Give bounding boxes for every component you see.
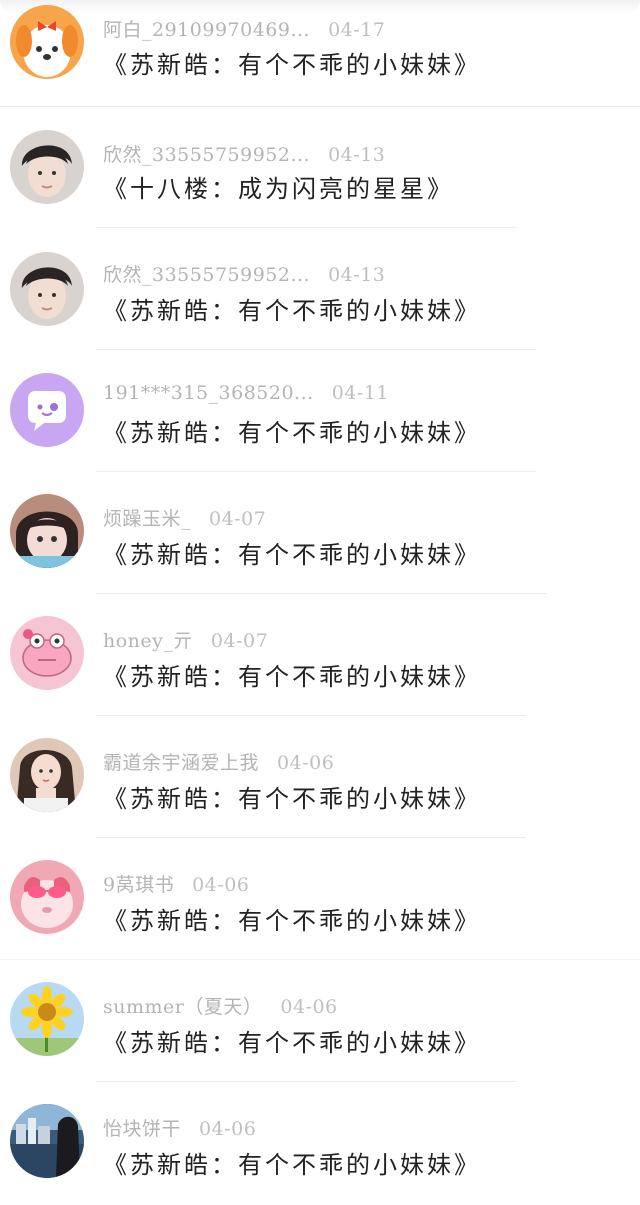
pink-frog-avatar-icon[interactable] (10, 616, 84, 690)
book-title[interactable]: 《苏新皓：有个不乖的小妹妹》 (103, 413, 481, 448)
username: 阿白_29109970469... (103, 19, 311, 41)
divider (96, 593, 546, 594)
item-meta: 欣然_33555759952... 04-13 (103, 140, 385, 167)
list-item[interactable]: 191***315_368520... 04-11 《苏新皓：有个不乖的小妹妹》 (0, 351, 640, 473)
username: 9莴琪书 (103, 874, 175, 896)
city-night-avatar-icon[interactable] (10, 1104, 84, 1178)
item-meta: 霸道余宇涵爱上我 04-06 (103, 748, 334, 775)
list-item[interactable]: 怡块饼干 04-06 《苏新皓：有个不乖的小妹妹》 (0, 1083, 640, 1205)
book-title[interactable]: 《苏新皓：有个不乖的小妹妹》 (103, 535, 481, 570)
list-item[interactable]: honey_亓 04-07 《苏新皓：有个不乖的小妹妹》 (0, 595, 640, 717)
cartoon-dog-avatar-icon[interactable] (10, 5, 84, 79)
divider (96, 227, 516, 228)
divider (96, 837, 526, 838)
pink-toy-sunglasses-avatar-icon[interactable] (10, 860, 84, 934)
book-title[interactable]: 《苏新皓：有个不乖的小妹妹》 (103, 901, 481, 936)
item-meta: 9莴琪书 04-06 (103, 870, 249, 897)
date-label: 04-13 (328, 264, 386, 286)
item-meta: 烦躁玉米_ 04-07 (103, 504, 266, 531)
date-label: 04-06 (192, 874, 250, 896)
young-man-avatar-icon[interactable] (10, 252, 84, 326)
young-man-avatar-icon[interactable] (10, 130, 84, 204)
divider (96, 471, 536, 472)
book-title[interactable]: 《苏新皓：有个不乖的小妹妹》 (103, 1023, 481, 1058)
username: 怡块饼干 (103, 1118, 182, 1140)
username: 欣然_33555759952... (103, 144, 311, 166)
date-label: 04-06 (199, 1118, 257, 1140)
list-item[interactable]: 阿白_29109970469... 04-17 《苏新皓：有个不乖的小妹妹》 (0, 0, 640, 109)
item-meta: 191***315_368520... 04-11 (103, 382, 389, 404)
book-title[interactable]: 《苏新皓：有个不乖的小妹妹》 (103, 291, 481, 326)
divider (96, 715, 526, 716)
username: 欣然_33555759952... (103, 264, 311, 286)
book-title[interactable]: 《苏新皓：有个不乖的小妹妹》 (103, 657, 481, 692)
username: summer（夏天） (103, 996, 263, 1018)
item-meta: summer（夏天） 04-06 (103, 992, 338, 1019)
list-item[interactable]: 欣然_33555759952... 04-13 《苏新皓：有个不乖的小妹妹》 (0, 229, 640, 351)
chat-bubble-avatar-icon[interactable] (10, 373, 84, 447)
child-face-avatar-icon[interactable] (10, 494, 84, 568)
divider (96, 1081, 516, 1082)
date-label: 04-13 (328, 144, 386, 166)
list-item[interactable]: 霸道余宇涵爱上我 04-06 《苏新皓：有个不乖的小妹妹》 (0, 717, 640, 839)
username: 烦躁玉米_ (103, 508, 192, 530)
date-label: 04-17 (328, 19, 386, 41)
item-meta: 阿白_29109970469... 04-17 (103, 15, 385, 42)
date-label: 04-06 (277, 752, 335, 774)
username: 霸道余宇涵爱上我 (103, 752, 260, 774)
item-meta: 欣然_33555759952... 04-13 (103, 260, 385, 287)
date-label: 04-11 (331, 382, 389, 404)
list-item[interactable]: 9莴琪书 04-06 《苏新皓：有个不乖的小妹妹》 (0, 839, 640, 961)
item-meta: honey_亓 04-07 (103, 626, 268, 653)
book-title[interactable]: 《苏新皓：有个不乖的小妹妹》 (103, 1145, 481, 1180)
book-title[interactable]: 《十八楼：成为闪亮的星星》 (103, 169, 454, 204)
list-item[interactable]: 欣然_33555759952... 04-13 《十八楼：成为闪亮的星星》 (0, 107, 640, 229)
list-item[interactable]: summer（夏天） 04-06 《苏新皓：有个不乖的小妹妹》 (0, 961, 640, 1083)
divider (96, 349, 536, 350)
date-label: 04-06 (280, 996, 338, 1018)
date-label: 04-07 (210, 630, 269, 652)
book-title[interactable]: 《苏新皓：有个不乖的小妹妹》 (103, 779, 481, 814)
book-title[interactable]: 《苏新皓：有个不乖的小妹妹》 (103, 45, 481, 80)
list-item[interactable]: 烦躁玉米_ 04-07 《苏新皓：有个不乖的小妹妹》 (0, 473, 640, 595)
divider (0, 959, 640, 960)
girl-photo-avatar-icon[interactable] (10, 738, 84, 812)
username: honey_亓 (103, 630, 193, 652)
date-label: 04-07 (209, 508, 267, 530)
item-meta: 怡块饼干 04-06 (103, 1114, 256, 1141)
sunflower-avatar-icon[interactable] (10, 982, 84, 1056)
username: 191***315_368520... (103, 382, 314, 404)
